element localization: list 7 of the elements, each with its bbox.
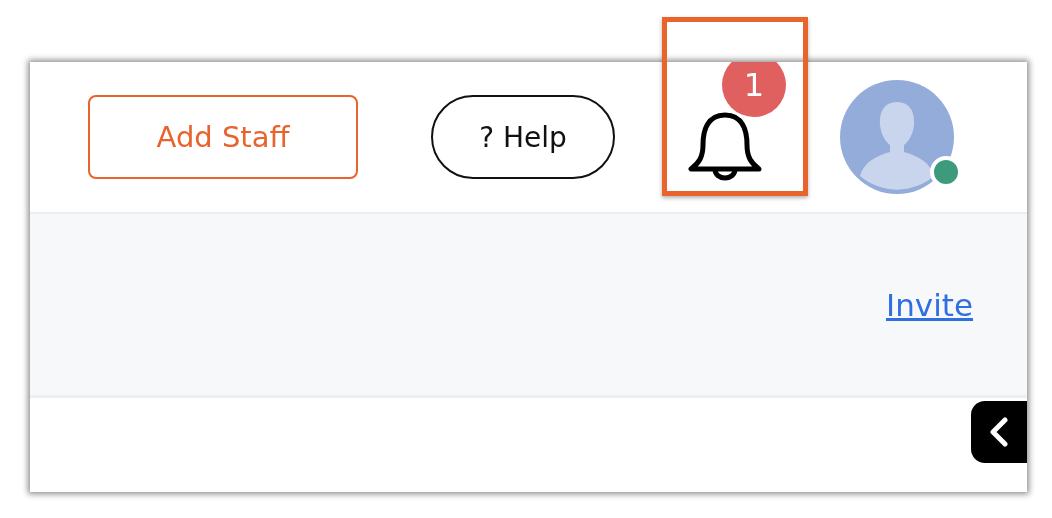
- collapse-tab[interactable]: [971, 401, 1027, 463]
- notification-count-badge: 1: [722, 62, 786, 117]
- chevron-left-icon: [988, 417, 1010, 447]
- help-button[interactable]: ? Help: [431, 95, 615, 179]
- invite-link[interactable]: Invite: [886, 286, 973, 323]
- user-avatar[interactable]: [840, 80, 954, 194]
- add-staff-button[interactable]: Add Staff: [88, 95, 358, 179]
